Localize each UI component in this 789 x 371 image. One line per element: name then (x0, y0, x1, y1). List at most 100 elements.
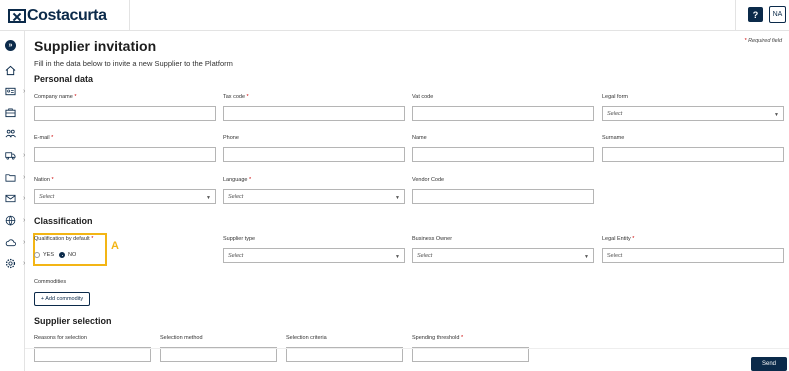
nation-label: Nation * (34, 177, 216, 187)
sidebar-item-work[interactable] (5, 105, 23, 119)
legal-entity-select[interactable]: Select (602, 248, 784, 263)
tax-code-label-text: Tax code (223, 94, 246, 100)
mail-icon (5, 194, 16, 202)
sidebar-item-suppliers[interactable]: › (5, 148, 25, 162)
legal-entity-select-value: Select (607, 252, 623, 259)
required-note: * Required field (744, 38, 782, 44)
company-name-input[interactable] (34, 106, 216, 121)
vat-code-input[interactable] (412, 106, 594, 121)
vendor-code-input[interactable] (412, 189, 594, 204)
language-select-value: Select (228, 193, 244, 200)
logo-text: Costacurta (27, 6, 107, 24)
globe-icon (5, 215, 16, 226)
qualification-no-label: NO (68, 252, 77, 258)
sidebar-item-documents[interactable]: › (5, 170, 25, 184)
surname-field: Surname (602, 135, 784, 162)
phone-field: Phone (223, 135, 405, 162)
briefcase-icon (5, 107, 16, 117)
reasons-select[interactable] (34, 347, 151, 362)
supplier-type-select[interactable]: Select ▼ (223, 248, 405, 263)
logo[interactable]: Costacurta (0, 0, 130, 31)
radio-checked-icon (59, 252, 65, 258)
top-bar: Costacurta ? NA (0, 0, 789, 31)
sidebar-item-cloud[interactable]: › (5, 235, 25, 249)
email-input[interactable] (34, 147, 216, 162)
chevrons-right-icon[interactable]: » (5, 40, 16, 51)
users-icon (5, 129, 16, 137)
qualification-yes-radio[interactable]: YES (34, 252, 54, 258)
sidebar: » › › › › › › › (0, 31, 25, 371)
surname-label: Surname (602, 135, 625, 141)
supplier-type-label: Supplier type (223, 236, 256, 242)
vendor-code-field: Vendor Code (412, 177, 594, 204)
legal-entity-label-text: Legal Entity (602, 236, 631, 242)
legal-form-label: Legal form (602, 94, 628, 100)
top-bar-spacer (130, 0, 735, 31)
avatar[interactable]: NA (769, 6, 786, 23)
supplier-type-field: Supplier type Select ▼ (223, 236, 405, 263)
section-classification: Classification (34, 216, 93, 226)
gear-icon (5, 258, 16, 268)
required-star: * (249, 177, 252, 183)
sidebar-item-users[interactable] (5, 126, 23, 140)
sidebar-item-settings[interactable]: › (5, 256, 25, 270)
name-input[interactable] (412, 147, 594, 162)
required-star: * (91, 236, 94, 242)
company-name-field: Company name * (34, 94, 216, 121)
required-star: * (632, 236, 635, 242)
language-label: Language * (223, 177, 405, 187)
nation-select[interactable]: Select ▼ (34, 189, 216, 204)
sidebar-item-home[interactable] (5, 63, 23, 77)
nation-select-value: Select (39, 193, 55, 200)
sidebar-item-contacts[interactable]: › (5, 84, 25, 98)
business-owner-select-value: Select (417, 252, 433, 259)
legal-form-select-value: Select (607, 110, 623, 117)
language-label-text: Language (223, 177, 248, 183)
business-owner-select[interactable]: Select ▼ (412, 248, 594, 263)
legal-entity-label: Legal Entity * (602, 236, 784, 246)
required-note-text: Required field (748, 38, 782, 44)
method-label: Selection method (160, 335, 203, 341)
id-card-icon (5, 87, 16, 95)
email-label: E-mail * (34, 135, 216, 145)
phone-input[interactable] (223, 147, 405, 162)
home-icon (5, 65, 16, 75)
threshold-label-text: Spending threshold (412, 335, 460, 341)
commodities-label: Commodities (34, 279, 67, 285)
section-personal-data: Personal data (34, 74, 94, 84)
folder-icon (5, 173, 16, 182)
vendor-code-label: Vendor Code (412, 177, 445, 183)
required-star: * (246, 94, 249, 100)
tax-code-label: Tax code * (223, 94, 405, 104)
chevron-down-icon: ▼ (774, 112, 779, 118)
email-label-text: E-mail (34, 135, 50, 141)
nation-field: Nation * Select ▼ (34, 177, 216, 204)
method-select[interactable] (160, 347, 277, 362)
tax-code-input[interactable] (223, 106, 405, 121)
legal-form-select[interactable]: Select ▼ (602, 106, 784, 121)
surname-input[interactable] (602, 147, 784, 162)
chevron-down-icon: ▼ (584, 254, 589, 260)
supplier-type-select-value: Select (228, 252, 244, 259)
threshold-input[interactable] (412, 347, 529, 362)
name-field: Name (412, 135, 594, 162)
sidebar-item-global[interactable]: › (5, 213, 25, 227)
phone-label: Phone (223, 135, 239, 141)
company-name-label-text: Company name (34, 94, 73, 100)
logo-mark-icon (8, 8, 26, 23)
vat-code-label: Vat code (412, 94, 434, 100)
required-star: * (74, 94, 77, 100)
annotation-marker: A (111, 240, 119, 252)
language-select[interactable]: Select ▼ (223, 189, 405, 204)
send-button[interactable]: Send (751, 357, 787, 371)
add-commodity-button[interactable]: + Add commodity (34, 292, 90, 306)
threshold-label: Spending threshold * (412, 335, 529, 345)
sidebar-item-messages[interactable]: › (5, 191, 25, 205)
criteria-select[interactable] (286, 347, 403, 362)
help-button[interactable]: ? (748, 7, 763, 22)
qualification-no-radio[interactable]: NO (59, 252, 76, 258)
chevron-down-icon: ▼ (206, 195, 211, 201)
truck-icon (5, 151, 16, 160)
required-star: * (51, 135, 54, 141)
language-field: Language * Select ▼ (223, 177, 405, 204)
